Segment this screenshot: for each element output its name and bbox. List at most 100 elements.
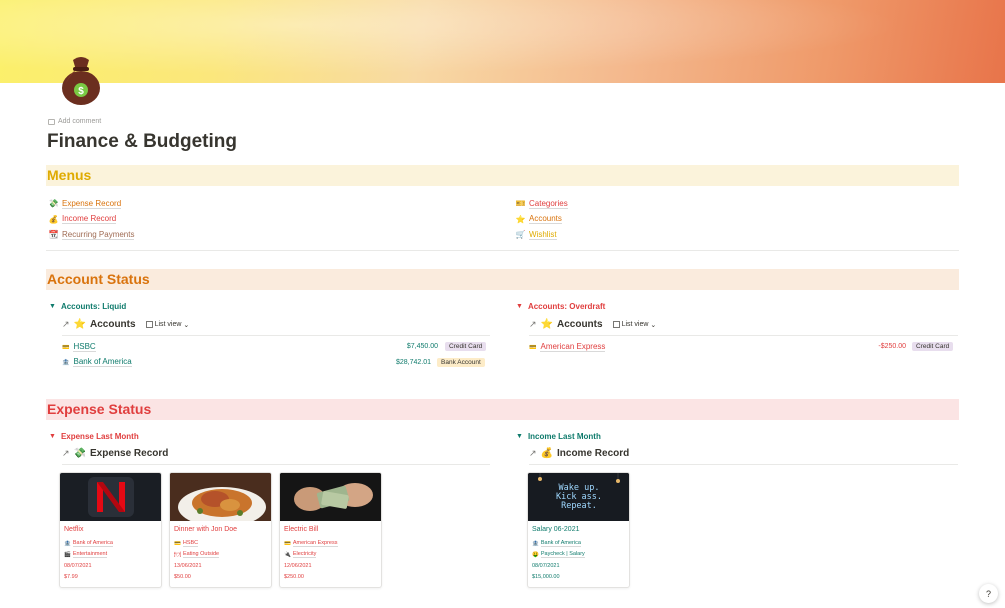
triangle-down-icon: ▼: [49, 433, 56, 440]
menu-link-label[interactable]: Recurring Payments: [62, 230, 135, 240]
card-title: Salary 06-2021: [532, 526, 580, 533]
card-date: 13/06/2021: [174, 562, 202, 569]
list-item[interactable]: 🏦 Bank of America: [62, 356, 132, 368]
menu-link-expense-record[interactable]: 💸 Expense Record: [48, 196, 134, 212]
gallery-card-salary[interactable]: Wake up. Kick ass. Repeat. Salary 06-2021 …: [527, 472, 630, 588]
bank-card-icon: 💳: [174, 540, 181, 547]
triangle-down-icon: ▼: [49, 303, 56, 310]
expense-status-heading: Expense Status: [46, 399, 959, 420]
money-bag-icon[interactable]: $: [58, 50, 104, 106]
gallery-card-dinner[interactable]: Dinner with Jon Doe 💳 HSBC 🍽 Eating Outsid…: [169, 472, 272, 588]
card-cover-image: [280, 473, 381, 521]
star-icon: ⭐: [540, 319, 553, 330]
bank-icon: 🏦: [62, 359, 70, 366]
link-arrow-icon[interactable]: ↗: [62, 448, 70, 459]
menu-link-label[interactable]: Expense Record: [62, 199, 122, 209]
bank-icon: 🏦: [64, 540, 71, 547]
credit-card-icon: 💳: [284, 540, 291, 547]
comment-icon: [48, 118, 55, 125]
card-title: Electric Bill: [284, 526, 319, 533]
card-account: 🏦 Bank of America: [532, 538, 625, 549]
gallery-card-electric-bill[interactable]: Electric Bill 💳 American Express 🔌 Electri…: [279, 472, 382, 588]
db-divider: [62, 335, 490, 336]
card-category: 🍽 Eating Outside: [174, 549, 267, 560]
card-account-text: Bank of America: [72, 540, 113, 547]
link-arrow-icon[interactable]: ↗: [529, 448, 537, 459]
card-date: 08/07/2021: [64, 562, 92, 569]
toggle-accounts-liquid[interactable]: ▼ Accounts: Liquid: [49, 302, 126, 311]
card-cover-image: Wake up. Kick ass. Repeat.: [528, 473, 629, 521]
accounts-overdraft-db-header: ↗ ⭐ Accounts List view ⌄: [529, 319, 656, 330]
account-status-heading: Account Status: [46, 269, 959, 290]
card-title: Dinner with Jon Doe: [174, 526, 238, 533]
toggle-income-last-month[interactable]: ▼ Income Last Month: [516, 432, 601, 441]
account-type-badge: Credit Card: [445, 342, 487, 351]
account-type-badge: Bank Account: [437, 358, 485, 367]
account-name[interactable]: 💳 HSBC: [62, 342, 96, 352]
income-record-db-header: ↗ 💰 Income Record: [529, 448, 629, 459]
triangle-down-icon: ▼: [516, 303, 523, 310]
chevron-down-icon: ⌄: [650, 321, 657, 329]
account-name-text: HSBC: [73, 342, 96, 352]
list-item[interactable]: 💳 American Express: [529, 341, 606, 353]
account-amount: -$250.00: [878, 343, 906, 350]
toggle-label: Income Last Month: [527, 432, 601, 441]
db-divider: [529, 464, 958, 465]
db-title[interactable]: Income Record: [557, 448, 629, 459]
card-cover-image: [170, 473, 271, 521]
menu-link-label[interactable]: Categories: [529, 199, 568, 209]
view-label: List view: [154, 321, 182, 328]
chevron-down-icon: ⌄: [183, 321, 190, 329]
plug-icon: 🔌: [284, 551, 291, 558]
db-title[interactable]: Accounts: [557, 319, 603, 330]
star-icon: ⭐: [515, 214, 526, 224]
menu-link-recurring-payments[interactable]: 📆 Recurring Payments: [48, 227, 135, 243]
menu-link-accounts[interactable]: ⭐ Accounts: [515, 212, 568, 228]
account-name[interactable]: 💳 American Express: [529, 342, 606, 352]
list-icon: [612, 321, 620, 328]
help-button[interactable]: ?: [979, 584, 998, 603]
card-category: 🎬 Entertainment: [64, 549, 157, 560]
money-wings-icon: 💸: [73, 448, 86, 459]
account-name-text: Bank of America: [73, 357, 132, 367]
fork-knife-icon: 🍽: [174, 551, 181, 558]
menu-link-label[interactable]: Wishlist: [529, 230, 557, 240]
account-name[interactable]: 🏦 Bank of America: [62, 357, 132, 367]
db-title[interactable]: Expense Record: [90, 448, 168, 459]
menu-link-income-record[interactable]: 💰 Income Record: [48, 212, 134, 228]
bank-icon: 🏦: [532, 540, 539, 547]
card-account: 🏦 Bank of America: [64, 538, 157, 549]
calendar-icon: 📆: [48, 230, 59, 240]
money-bag-icon: 💰: [540, 448, 553, 459]
triangle-down-icon: ▼: [516, 433, 523, 440]
toggle-expense-last-month[interactable]: ▼ Expense Last Month: [49, 432, 139, 441]
list-item[interactable]: 💳 HSBC: [62, 341, 96, 353]
menu-link-label[interactable]: Accounts: [529, 214, 562, 225]
list-view-button[interactable]: List view ⌄: [612, 321, 657, 329]
account-type-badge: Credit Card: [912, 342, 954, 351]
star-icon: ⭐: [73, 319, 86, 330]
toggle-label: Expense Last Month: [60, 432, 139, 441]
card-account-text: American Express: [292, 540, 338, 547]
link-arrow-icon[interactable]: ↗: [529, 319, 537, 330]
account-amount: $28,742.01: [395, 359, 431, 366]
gallery-card-netflix[interactable]: Netflix 🏦 Bank of America 🎬 Entertainment …: [59, 472, 162, 588]
menu-link-categories[interactable]: 🎫 Categories: [515, 196, 568, 212]
card-category-text: Entertainment: [72, 551, 108, 558]
card-amount: $250.00: [284, 573, 304, 580]
card-category-text: Eating Outside: [182, 551, 220, 558]
db-title[interactable]: Accounts: [90, 319, 136, 330]
db-divider: [529, 335, 958, 336]
money-face-icon: 🤑: [532, 551, 539, 558]
view-label: List view: [621, 321, 649, 328]
add-comment-button[interactable]: Add comment: [48, 118, 101, 125]
credit-card-icon: 💳: [529, 344, 537, 351]
card-cover-image: [60, 473, 161, 521]
toggle-accounts-overdraft[interactable]: ▼ Accounts: Overdraft: [516, 302, 605, 311]
menu-link-label[interactable]: Income Record: [62, 214, 117, 225]
card-title: Netflix: [64, 526, 84, 533]
card-amount: $7.99: [64, 573, 78, 580]
menu-link-wishlist[interactable]: 🛒 Wishlist: [515, 227, 568, 243]
link-arrow-icon[interactable]: ↗: [62, 319, 70, 330]
list-view-button[interactable]: List view ⌄: [145, 321, 190, 329]
